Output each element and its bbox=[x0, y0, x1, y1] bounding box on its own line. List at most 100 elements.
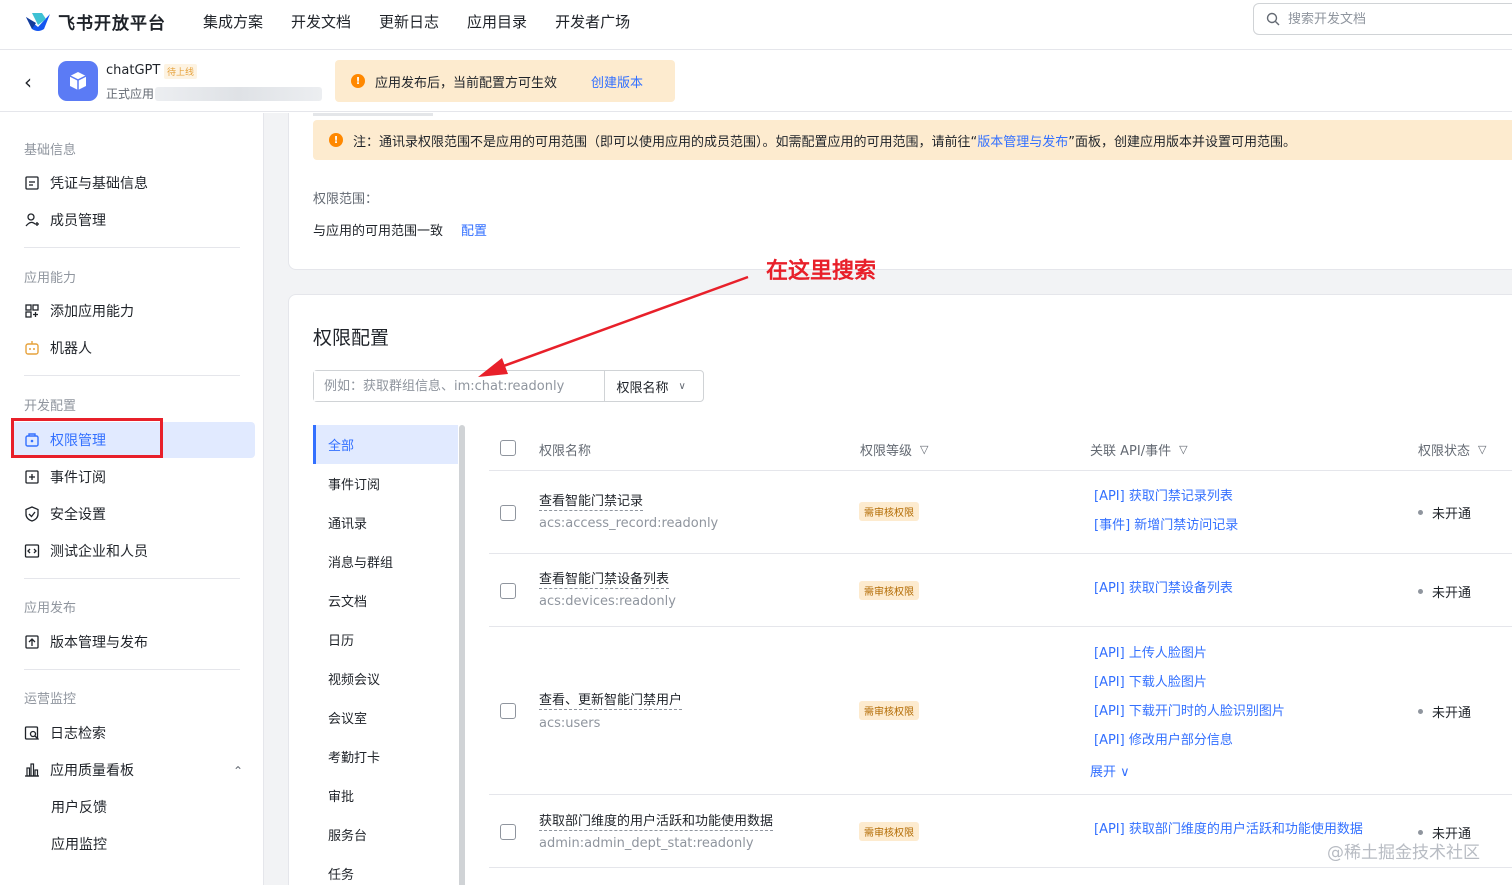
category-item[interactable]: 事件订阅 bbox=[313, 464, 458, 503]
permission-search[interactable]: 权限名称 ∨ bbox=[313, 370, 704, 402]
nav-link-solutions[interactable]: 集成方案 bbox=[203, 11, 263, 32]
permission-level-badge: 需审核权限 bbox=[859, 502, 919, 521]
grid-icon bbox=[24, 303, 40, 319]
expand-label: 展开 bbox=[1090, 765, 1117, 780]
row-checkbox[interactable] bbox=[500, 703, 516, 719]
code-icon bbox=[24, 543, 40, 559]
permission-name[interactable]: 查看智能门禁记录 bbox=[539, 490, 644, 511]
sidebar-item-user-feedback[interactable]: 用户反馈 bbox=[12, 789, 255, 825]
sidebar-section-dev-config: 开发配置 bbox=[24, 399, 77, 414]
status-dot-icon bbox=[1418, 830, 1423, 835]
permission-status-text: 未开通 bbox=[1432, 706, 1472, 721]
chevron-down-icon: ∨ bbox=[678, 380, 686, 392]
select-all-checkbox[interactable] bbox=[500, 440, 516, 456]
category-item[interactable]: 云文档 bbox=[313, 581, 458, 620]
nav-link-changelog[interactable]: 更新日志 bbox=[379, 11, 439, 32]
table-row: 查看智能门禁设备列表 acs:devices:readonly 需审核权限 [A… bbox=[489, 555, 1512, 627]
scope-warning: ! 注：通讯录权限范围不是应用的可用范围（即可以使用应用的成员范围）。如需配置应… bbox=[313, 120, 1512, 160]
sidebar-item-quality-dashboard[interactable]: 应用质量看板 bbox=[12, 752, 255, 788]
category-item[interactable]: 会议室 bbox=[313, 698, 458, 737]
api-link[interactable]: [API] 修改用户部分信息 bbox=[1094, 729, 1233, 748]
nav-link-developer-square[interactable]: 开发者广场 bbox=[555, 11, 630, 32]
filter-icon[interactable]: ▽ bbox=[920, 443, 928, 456]
scope-warning-text: 注：通讯录权限范围不是应用的可用范围（即可以使用应用的成员范围）。如需配置应用的… bbox=[353, 131, 1296, 150]
blurred-app-id bbox=[155, 87, 322, 101]
sidebar-item-test-users[interactable]: 测试企业和人员 bbox=[12, 533, 255, 569]
table-row: 查看、更新智能门禁用户 acs:users 需审核权限 [API] 上传人脸图片… bbox=[489, 628, 1512, 795]
row-checkbox[interactable] bbox=[500, 583, 516, 599]
sidebar-item-label: 机器人 bbox=[50, 341, 92, 357]
category-item[interactable]: 消息与群组 bbox=[313, 542, 458, 581]
column-header-status[interactable]: 权限状态 ▽ bbox=[1418, 440, 1486, 459]
sidebar-item-label: 测试企业和人员 bbox=[50, 544, 148, 560]
sidebar-item-label: 事件订阅 bbox=[50, 470, 106, 486]
permission-key: admin:admin_dept_stat:readonly bbox=[539, 836, 754, 851]
permission-key: acs:devices:readonly bbox=[539, 594, 676, 609]
nav-link-docs[interactable]: 开发文档 bbox=[291, 11, 351, 32]
sidebar-item-label: 日志检索 bbox=[50, 726, 106, 742]
row-checkbox[interactable] bbox=[500, 824, 516, 840]
column-header-status-label: 权限状态 bbox=[1418, 444, 1471, 459]
chevron-down-icon: ∨ bbox=[1120, 765, 1130, 780]
api-link[interactable]: [事件] 新增门禁访问记录 bbox=[1094, 514, 1238, 533]
permission-search-input[interactable] bbox=[314, 371, 605, 401]
category-item[interactable]: 审批 bbox=[313, 776, 458, 815]
permission-name[interactable]: 查看、更新智能门禁用户 bbox=[539, 689, 683, 710]
category-item[interactable]: 通讯录 bbox=[313, 503, 458, 542]
app-name: chatGPT bbox=[106, 63, 161, 78]
column-header-level-label: 权限等级 bbox=[860, 444, 913, 459]
api-link[interactable]: [API] 下载开门时的人脸识别图片 bbox=[1094, 700, 1285, 719]
category-scrollbar[interactable] bbox=[459, 425, 465, 885]
app-avatar bbox=[58, 61, 98, 101]
filter-icon[interactable]: ▽ bbox=[1478, 443, 1486, 456]
category-all[interactable]: 全部 bbox=[313, 425, 458, 464]
category-item[interactable]: 任务 bbox=[313, 854, 458, 885]
sidebar-item-label: 成员管理 bbox=[50, 213, 106, 229]
scope-config-link[interactable]: 配置 bbox=[461, 220, 487, 239]
api-link[interactable]: [API] 获取部门维度的用户活跃和功能使用数据 bbox=[1094, 818, 1363, 837]
sidebar-item-members[interactable]: 成员管理 bbox=[12, 202, 255, 238]
row-checkbox[interactable] bbox=[500, 505, 516, 521]
category-item[interactable]: 考勤打卡 bbox=[313, 737, 458, 776]
sidebar-item-credentials[interactable]: 凭证与基础信息 bbox=[12, 165, 255, 201]
sidebar-item-add-capability[interactable]: 添加应用能力 bbox=[12, 293, 255, 329]
sidebar-item-log-search[interactable]: 日志检索 bbox=[12, 715, 255, 751]
doc-search-box[interactable] bbox=[1253, 3, 1512, 35]
event-icon bbox=[24, 469, 40, 485]
permission-level-badge: 需审核权限 bbox=[859, 701, 919, 720]
api-link[interactable]: [API] 获取门禁记录列表 bbox=[1094, 485, 1233, 504]
nav-link-app-directory[interactable]: 应用目录 bbox=[467, 11, 527, 32]
scope-warning-suffix: ”面板，创建应用版本并设置可用范围。 bbox=[1068, 134, 1297, 150]
category-item[interactable]: 视频会议 bbox=[313, 659, 458, 698]
version-release-link[interactable]: 版本管理与发布 bbox=[977, 135, 1068, 150]
sidebar-item-robot[interactable]: 机器人 bbox=[12, 330, 255, 366]
search-icon bbox=[1266, 12, 1280, 26]
robot-icon bbox=[24, 340, 40, 356]
sidebar-item-security[interactable]: 安全设置 bbox=[12, 496, 255, 532]
permission-status-text: 未开通 bbox=[1432, 507, 1472, 522]
filter-icon[interactable]: ▽ bbox=[1179, 443, 1187, 456]
top-nav: 飞书开放平台 集成方案 开发文档 更新日志 应用目录 开发者广场 bbox=[0, 0, 1512, 50]
column-header-api[interactable]: 关联 API/事件 ▽ bbox=[1090, 440, 1188, 459]
back-arrow-icon[interactable]: ‹ bbox=[24, 70, 32, 94]
permission-name[interactable]: 查看智能门禁设备列表 bbox=[539, 568, 670, 589]
sidebar-item-app-monitoring[interactable]: 应用监控 bbox=[12, 826, 255, 862]
api-link[interactable]: [API] 下载人脸图片 bbox=[1094, 671, 1207, 690]
sidebar-item-versions[interactable]: 版本管理与发布 bbox=[12, 624, 255, 660]
category-item[interactable]: 服务台 bbox=[313, 815, 458, 854]
sidebar-item-events[interactable]: 事件订阅 bbox=[12, 459, 255, 495]
section-title: 权限配置 bbox=[313, 327, 390, 349]
api-link[interactable]: [API] 获取门禁设备列表 bbox=[1094, 577, 1233, 596]
expand-button[interactable]: 展开 ∨ bbox=[1090, 761, 1130, 780]
chevron-up-icon[interactable]: ⌃ bbox=[233, 764, 243, 778]
chart-icon bbox=[24, 762, 40, 778]
create-version-link[interactable]: 创建版本 bbox=[591, 72, 643, 91]
search-field-select[interactable]: 权限名称 ∨ bbox=[604, 371, 703, 401]
doc-search-input[interactable] bbox=[1288, 11, 1508, 27]
column-header-level[interactable]: 权限等级 ▽ bbox=[860, 440, 928, 459]
category-item[interactable]: 日历 bbox=[313, 620, 458, 659]
permission-name[interactable]: 获取部门维度的用户活跃和功能使用数据 bbox=[539, 810, 774, 831]
api-link[interactable]: [API] 上传人脸图片 bbox=[1094, 642, 1207, 661]
feishu-logo[interactable]: 飞书开放平台 bbox=[24, 9, 166, 34]
status-dot-icon bbox=[1418, 709, 1423, 714]
